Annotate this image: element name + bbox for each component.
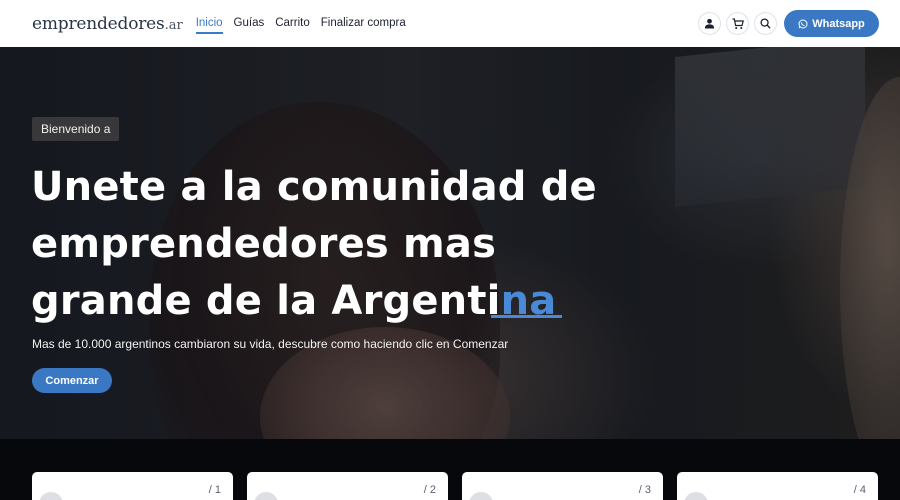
headline-line-2: emprendedores mas [31,221,497,267]
site-logo[interactable]: emprendedores .ar [32,14,183,34]
user-icon [704,18,715,29]
step-icon [469,492,493,500]
account-button[interactable] [698,12,721,35]
step-card[interactable]: / 3 [462,472,663,500]
step-card[interactable]: / 4 [677,472,878,500]
welcome-badge: Bienvenido a [32,117,120,141]
main-nav: Inicio Guías Carrito Finalizar compra [195,15,417,34]
step-number: / 2 [423,484,436,496]
step-card[interactable]: / 1 [32,472,233,500]
step-number: / 1 [208,484,221,496]
step-number: / 3 [638,484,651,496]
comenzar-button[interactable]: Comenzar [32,368,112,393]
nav-item-guias[interactable]: Guías [234,15,265,32]
step-card[interactable]: / 2 [247,472,448,500]
cart-button[interactable] [726,12,749,35]
step-number: / 4 [853,484,866,496]
whatsapp-icon [798,18,808,29]
search-button[interactable] [754,12,777,35]
steps-section: / 1 / 2 / 3 / 4 [0,439,900,500]
whatsapp-label: Whatsapp [812,17,865,30]
whatsapp-button[interactable]: Whatsapp [784,10,879,37]
cart-icon [732,17,744,29]
nav-item-finalizar-compra[interactable]: Finalizar compra [321,15,406,32]
logo-text: emprendedores [32,13,165,34]
step-icon [684,492,708,500]
step-icon [39,492,63,500]
site-header: emprendedores .ar Inicio Guías Carrito F… [0,0,900,47]
hero-subtitle: Mas de 10.000 argentinos cambiaron su vi… [32,337,509,351]
logo-extension: .ar [164,17,183,33]
nav-item-inicio[interactable]: Inicio [195,15,223,34]
hero-section: Bienvenido a Unete a la comunidad de emp… [0,47,900,439]
header-actions: Whatsapp [693,10,879,37]
typing-cursor-underline [491,315,562,318]
headline-line-3: grande de la Argenti [31,278,501,324]
step-icon [254,492,278,500]
hero-headline: Unete a la comunidad de emprendedores ma… [31,159,631,330]
nav-item-carrito[interactable]: Carrito [275,15,310,32]
search-icon [760,18,771,29]
headline-line-1: Unete a la comunidad de [31,164,597,210]
